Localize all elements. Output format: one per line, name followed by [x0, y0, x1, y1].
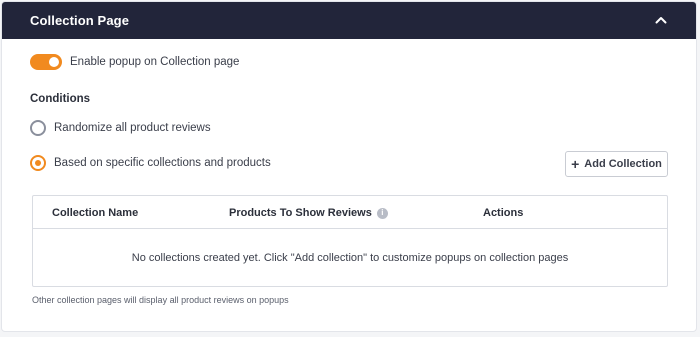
column-header-label: Products To Show Reviews [229, 207, 372, 219]
add-collection-button[interactable]: + Add Collection [565, 151, 668, 177]
panel-title: Collection Page [30, 13, 130, 28]
enable-popup-label: Enable popup on Collection page [70, 56, 240, 68]
column-header-label: Collection Name [52, 207, 139, 219]
collections-table: Collection Name Products To Show Reviews… [32, 195, 668, 287]
conditions-heading: Conditions [30, 93, 91, 105]
add-collection-label: Add Collection [584, 158, 662, 170]
table-header: Collection Name Products To Show Reviews… [33, 196, 667, 229]
enable-popup-toggle[interactable] [30, 54, 62, 70]
column-header-collection-name: Collection Name [52, 207, 138, 219]
collection-page-panel: Collection Page Enable popup on Collecti… [1, 1, 697, 332]
radio-button-specific[interactable] [30, 155, 46, 171]
radio-label-specific: Based on specific collections and produc… [54, 157, 271, 169]
collapse-button[interactable] [654, 13, 668, 27]
info-icon[interactable]: i [376, 207, 388, 219]
plus-icon: + [571, 156, 580, 172]
chevron-up-icon [655, 17, 667, 24]
column-header-products: Products To Show Reviews i [229, 207, 388, 219]
radio-option-randomize[interactable]: Randomize all product reviews [30, 120, 211, 136]
toggle-knob [49, 57, 59, 67]
column-header-actions: Actions [483, 207, 523, 219]
empty-state-message: No collections created yet. Click "Add c… [131, 252, 569, 264]
radio-option-specific[interactable]: Based on specific collections and produc… [30, 155, 271, 171]
column-header-label: Actions [483, 207, 524, 219]
enable-popup-row: Enable popup on Collection page [30, 54, 239, 70]
footnote-text: Other collection pages will display all … [32, 295, 289, 305]
panel-header: Collection Page [2, 2, 696, 39]
radio-label-randomize: Randomize all product reviews [54, 122, 211, 134]
radio-button-randomize[interactable] [30, 120, 46, 136]
